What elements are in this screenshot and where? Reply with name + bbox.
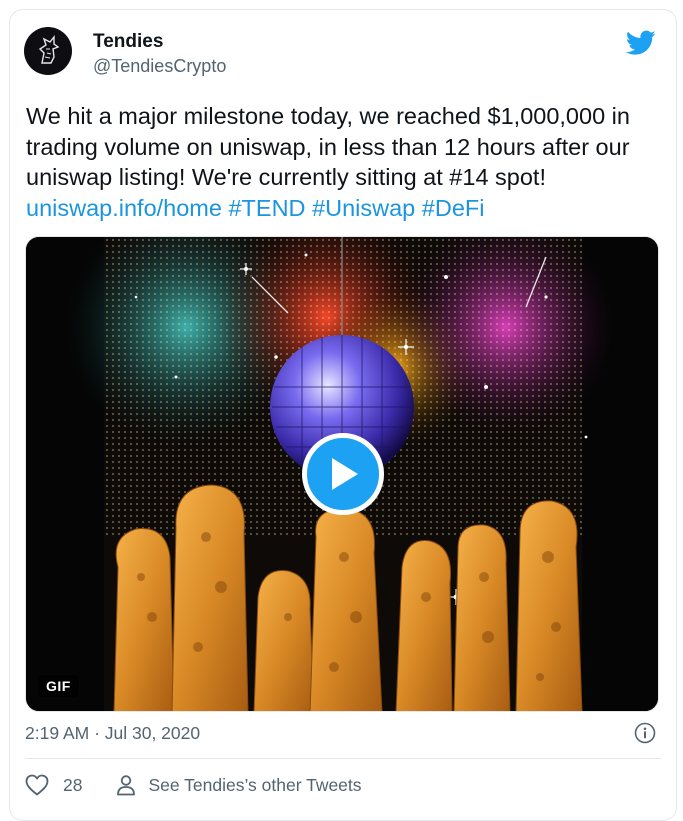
user-handle[interactable]: @TendiesCrypto (93, 56, 226, 77)
tweet-timestamp[interactable]: 2:19 AM · Jul 30, 2020 (25, 723, 200, 744)
person-icon (117, 775, 136, 796)
heart-icon (25, 774, 49, 796)
info-icon[interactable] (634, 722, 656, 744)
like-button[interactable]: 28 (25, 774, 82, 796)
hashtag-defi[interactable]: #DeFi (422, 195, 485, 221)
play-icon (332, 458, 358, 490)
like-count: 28 (63, 774, 83, 795)
tweet-card: Tendies @TendiesCrypto We hit a major mi… (9, 9, 677, 821)
tweet-text: We hit a major milestone today, we reach… (26, 101, 666, 223)
user-name[interactable]: Tendies (93, 31, 163, 53)
play-button[interactable] (302, 433, 384, 515)
twitter-bird-icon[interactable] (626, 30, 656, 56)
link-uniswap-info[interactable]: uniswap.info/home (26, 195, 222, 221)
hashtag-tend[interactable]: #TEND (228, 195, 305, 221)
hashtag-uniswap[interactable]: #Uniswap (312, 195, 415, 221)
gif-media[interactable]: GIF (25, 236, 659, 712)
other-tweets-label: See Tendies’s other Tweets (148, 774, 362, 795)
avatar[interactable] (24, 27, 72, 75)
gif-badge: GIF (38, 675, 79, 697)
divider (25, 758, 661, 759)
other-tweets-link[interactable]: See Tendies’s other Tweets (116, 774, 362, 796)
tweet-body: We hit a major milestone today, we reach… (26, 103, 630, 190)
rooster-logo-icon (38, 35, 60, 64)
tweet-actions: 28 See Tendies’s other Tweets (25, 772, 362, 798)
